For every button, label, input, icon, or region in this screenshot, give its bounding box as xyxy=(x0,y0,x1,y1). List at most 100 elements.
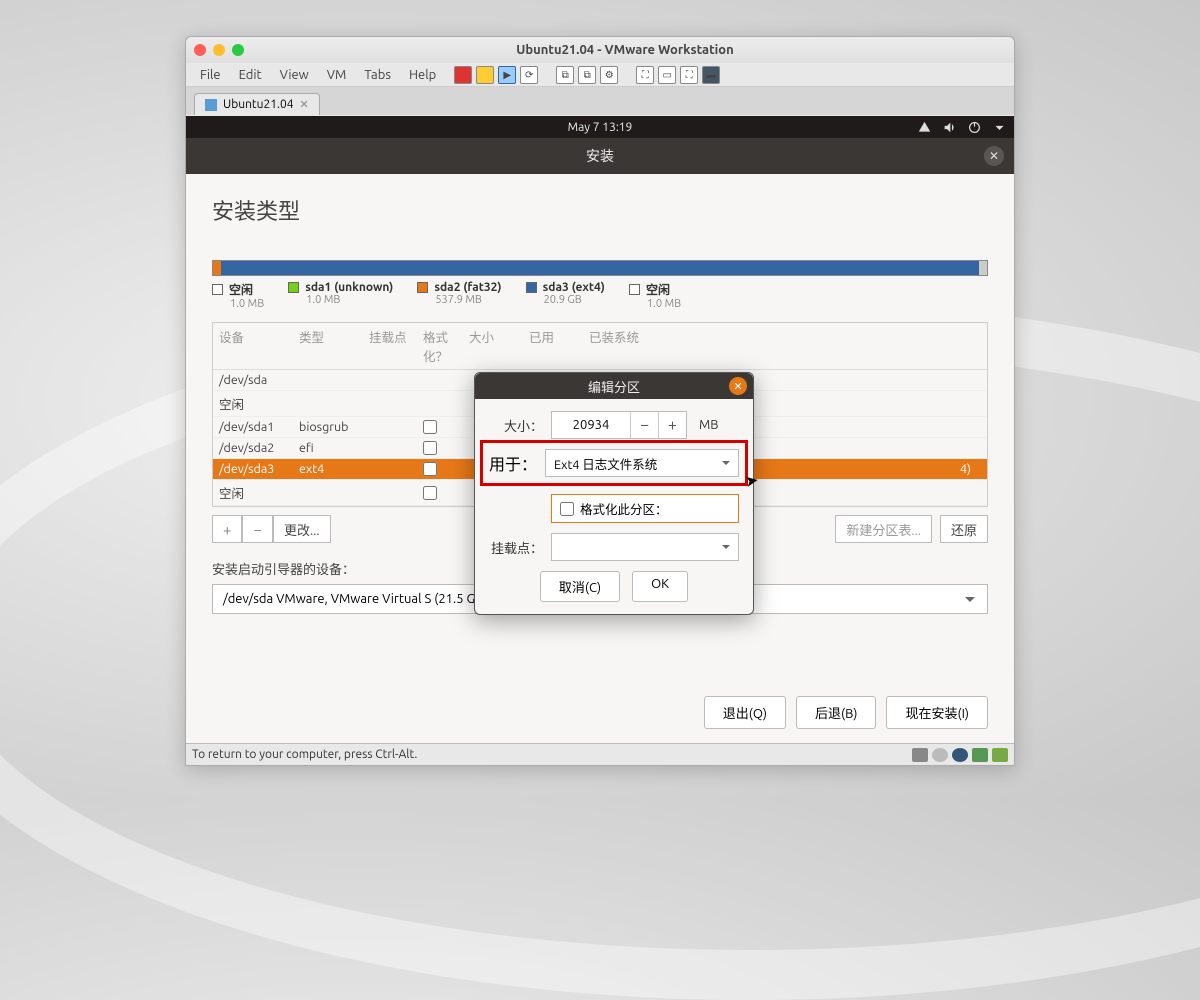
menubar: File Edit View VM Tabs Help ▶ ⟳ ⧉ ⧉ ⚙ ⛶ … xyxy=(186,63,1014,87)
legend-sda1-size: 1.0 MB xyxy=(306,294,393,306)
host-titlebar[interactable]: Ubuntu21.04 - VMware Workstation xyxy=(186,37,1014,63)
col-format[interactable]: 格式化？ xyxy=(423,327,469,365)
usb-icon[interactable] xyxy=(972,748,988,762)
col-type[interactable]: 类型 xyxy=(299,327,369,365)
host-statusbar: To return to your computer, press Ctrl-A… xyxy=(186,743,1014,765)
edit-partition-dialog: 编辑分区 ✕ 大小： − + MB 用于： Ext4 日志文件系统 格式化此分区… xyxy=(474,372,754,615)
new-table-button[interactable]: 新建分区表... xyxy=(835,515,932,543)
console-icon[interactable]: ⛶ xyxy=(680,66,698,84)
network-icon[interactable] xyxy=(918,121,931,134)
menu-tabs[interactable]: Tabs xyxy=(356,66,399,84)
fullscreen-icon[interactable]: ⛶ xyxy=(636,66,654,84)
legend-free: 空闲 xyxy=(229,281,253,298)
suspend-icon[interactable] xyxy=(476,66,494,84)
size-label: 大小： xyxy=(489,416,543,435)
quit-button[interactable]: 退出(Q) xyxy=(704,696,786,729)
use-as-row-highlight: 用于： Ext4 日志文件系统 xyxy=(480,440,748,486)
col-size[interactable]: 大小 xyxy=(469,327,529,365)
maximize-icon[interactable] xyxy=(232,44,244,56)
sound-icon[interactable] xyxy=(992,748,1008,762)
ubuntu-top-bar[interactable]: May 7 13:19 xyxy=(186,116,1014,138)
snapshot-icon[interactable]: ⧉ xyxy=(556,66,574,84)
format-row[interactable]: 格式化此分区： xyxy=(551,494,739,523)
legend-free2-size: 1.0 MB xyxy=(647,298,681,310)
power-icon[interactable] xyxy=(968,121,981,134)
sound-icon[interactable] xyxy=(943,121,956,134)
partition-legend: 空闲1.0 MB sda1 (unknown)1.0 MB sda2 (fat3… xyxy=(212,281,988,310)
seg-free2[interactable] xyxy=(979,261,987,275)
format-checkbox[interactable] xyxy=(423,441,437,455)
unity-icon[interactable]: ▭ xyxy=(658,66,676,84)
install-now-button[interactable]: 现在安装(I) xyxy=(886,696,988,729)
net-icon[interactable] xyxy=(952,748,968,762)
play-icon[interactable]: ▶ xyxy=(498,66,516,84)
legend-free-size: 1.0 MB xyxy=(230,298,264,310)
size-unit: MB xyxy=(699,418,719,432)
swatch-sda2-icon xyxy=(417,282,428,293)
installer-titlebar: 安装 ✕ xyxy=(186,138,1014,174)
vm-icon xyxy=(205,99,217,111)
use-label: 用于： xyxy=(489,451,537,475)
revert-button[interactable]: 还原 xyxy=(940,515,988,543)
hdd-icon[interactable] xyxy=(912,748,928,762)
ok-button[interactable]: OK xyxy=(632,571,688,602)
menu-help[interactable]: Help xyxy=(401,66,444,84)
tab-label: Ubuntu21.04 xyxy=(223,98,294,111)
dialog-close-icon[interactable]: ✕ xyxy=(729,377,747,395)
format-label: 格式化此分区： xyxy=(580,499,668,518)
format-checkbox[interactable] xyxy=(423,462,437,476)
menu-edit[interactable]: Edit xyxy=(231,66,270,84)
seg-free[interactable] xyxy=(213,261,221,275)
mount-point-select[interactable] xyxy=(551,533,739,561)
datetime[interactable]: May 7 13:19 xyxy=(568,121,633,134)
seg-sda2[interactable] xyxy=(228,261,267,275)
menu-view[interactable]: View xyxy=(272,66,317,84)
traffic-lights xyxy=(194,44,244,56)
swatch-sda1-icon xyxy=(288,282,299,293)
size-spinner: − + xyxy=(551,411,687,439)
seg-sda3[interactable] xyxy=(267,261,979,275)
cancel-button[interactable]: 取消(C) xyxy=(540,571,620,602)
menu-file[interactable]: File xyxy=(192,66,229,84)
size-increment-button[interactable]: + xyxy=(658,412,686,438)
chevron-down-icon[interactable] xyxy=(993,121,1006,134)
legend-sda2: sda2 (fat32) xyxy=(434,281,501,294)
size-input[interactable] xyxy=(552,412,630,438)
close-icon[interactable] xyxy=(194,44,206,56)
poweroff-icon[interactable] xyxy=(454,66,472,84)
minimize-icon[interactable] xyxy=(213,44,225,56)
system-tray[interactable] xyxy=(918,121,1006,134)
seg-sda1[interactable] xyxy=(221,261,229,275)
installer-close-icon[interactable]: ✕ xyxy=(984,146,1004,166)
col-device[interactable]: 设备 xyxy=(219,327,299,365)
col-used[interactable]: 已用 xyxy=(529,327,589,365)
back-button[interactable]: 后退(B) xyxy=(796,696,876,729)
format-checkbox[interactable] xyxy=(423,486,437,500)
format-checkbox[interactable] xyxy=(423,420,437,434)
remove-partition-button[interactable]: − xyxy=(242,515,272,543)
legend-sda1: sda1 (unknown) xyxy=(305,281,393,294)
use-as-select[interactable]: Ext4 日志文件系统 xyxy=(545,449,739,477)
format-partition-checkbox[interactable] xyxy=(560,502,574,516)
cd-icon[interactable] xyxy=(932,748,948,762)
menu-vm[interactable]: VM xyxy=(319,66,355,84)
bottom-buttons: 退出(Q) 后退(B) 现在安装(I) xyxy=(704,696,988,729)
table-header: 设备 类型 挂载点 格式化？ 大小 已用 已装系统 xyxy=(213,323,987,370)
bootloader-value: /dev/sda VMware, VMware Virtual S (21.5 … xyxy=(223,592,487,606)
snapshot-manager-icon[interactable]: ⧉ xyxy=(578,66,596,84)
mount-label: 挂载点： xyxy=(489,538,543,557)
settings-icon[interactable]: ⚙ xyxy=(600,66,618,84)
dialog-titlebar[interactable]: 编辑分区 ✕ xyxy=(475,373,753,399)
change-partition-button[interactable]: 更改... xyxy=(273,515,331,543)
close-tab-icon[interactable]: ✕ xyxy=(300,98,309,111)
add-partition-button[interactable]: + xyxy=(212,515,242,543)
legend-sda2-size: 537.9 MB xyxy=(435,294,501,306)
swatch-sda3-icon xyxy=(526,282,537,293)
thumbnail-icon[interactable]: ▬ xyxy=(702,66,720,84)
col-mount[interactable]: 挂载点 xyxy=(369,327,423,365)
tab-ubuntu[interactable]: Ubuntu21.04 ✕ xyxy=(194,93,320,115)
restart-icon[interactable]: ⟳ xyxy=(520,66,538,84)
partition-bar[interactable] xyxy=(212,260,988,276)
size-decrement-button[interactable]: − xyxy=(630,412,658,438)
col-system[interactable]: 已装系统 xyxy=(589,327,981,365)
